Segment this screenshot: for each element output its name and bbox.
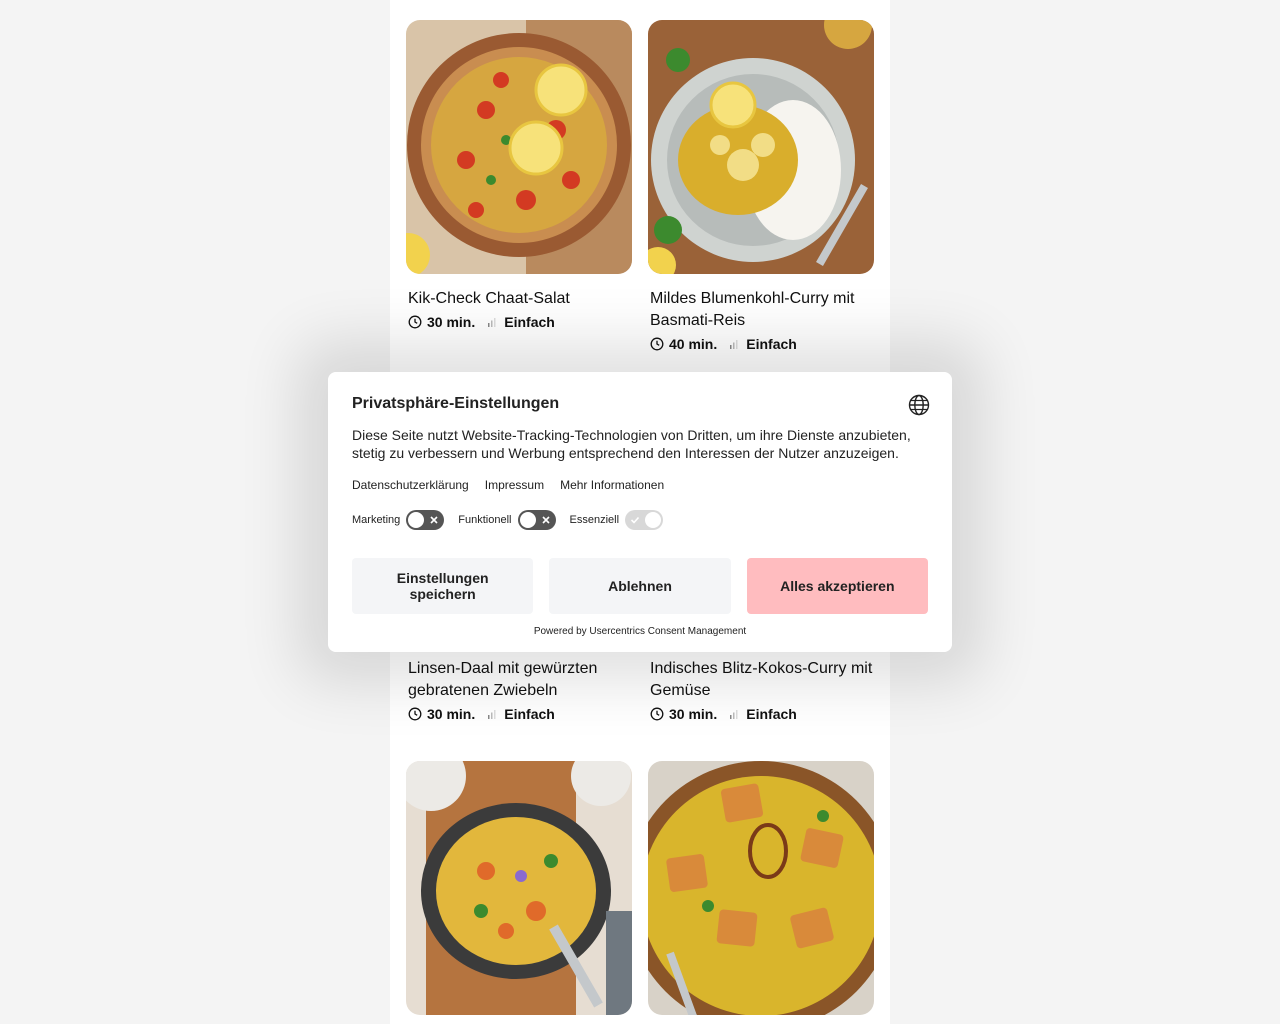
recipe-card[interactable]: Kik-Check Chaat-Salat 30 min. Einfach (406, 20, 632, 330)
functional-toggle[interactable] (517, 510, 556, 530)
recipe-difficulty: Einfach (746, 706, 797, 722)
recipe-card[interactable]: Mildes Blumenkohl-Curry mit Basmati-Reis… (648, 20, 874, 352)
toggle-essential-group: Essenziell (570, 510, 664, 530)
marketing-toggle[interactable] (406, 510, 445, 530)
consent-toggles: Marketing Funktionell Essenziell (352, 510, 928, 530)
recipe-title[interactable]: Indisches Blitz-Kokos-Curry mit Gemüse (648, 658, 874, 702)
recipe-difficulty: Einfach (746, 336, 797, 352)
toggle-label: Marketing (352, 514, 401, 526)
consent-title: Privatsphäre-Einstellungen (352, 395, 560, 412)
recipe-image-chaat-salad[interactable] (406, 20, 632, 274)
recipe-image-vegetable-curry-pot[interactable] (406, 761, 632, 1015)
recipe-meta: 30 min. Einfach (406, 706, 632, 722)
difficulty-bars-icon (730, 340, 738, 349)
toggle-functional-group: Funktionell (458, 510, 556, 530)
recipe-image-cauliflower-curry[interactable] (648, 20, 874, 274)
rice-bowl-illustration (648, 761, 874, 1015)
recipe-time: 40 min. (669, 336, 718, 352)
difficulty-bars-icon (730, 710, 738, 719)
recipe-card[interactable] (648, 761, 874, 1015)
curry-pot-illustration (406, 761, 632, 1015)
x-icon (541, 516, 550, 524)
recipe-title[interactable]: Linsen-Daal mit gewürzten gebratenen Zwi… (406, 658, 632, 702)
difficulty-bars-icon (488, 710, 496, 719)
accept-all-button[interactable]: Alles akzeptieren (746, 558, 928, 614)
salad-bowl-illustration (406, 20, 632, 274)
recipe-time: 30 min. (427, 314, 476, 330)
curry-plate-illustration (648, 20, 874, 274)
consent-description: Diese Seite nutzt Website-Tracking-Techn… (352, 427, 911, 461)
imprint-link[interactable]: Impressum (485, 478, 544, 492)
recipe-time: 30 min. (427, 706, 476, 722)
clock-icon (650, 707, 664, 721)
difficulty-bars-icon (488, 318, 496, 327)
globe-icon[interactable] (908, 394, 930, 416)
privacy-policy-link[interactable]: Datenschutzerklärung (352, 478, 469, 492)
save-settings-button[interactable]: Einstellungen speichern (352, 558, 534, 614)
recipe-difficulty: Einfach (504, 314, 555, 330)
more-info-link[interactable]: Mehr Informationen (560, 478, 664, 492)
deny-button[interactable]: Ablehnen (549, 558, 731, 614)
recipe-meta: 30 min. Einfach (406, 314, 632, 330)
clock-icon (408, 315, 422, 329)
toggle-marketing-group: Marketing (352, 510, 445, 530)
essential-toggle (625, 510, 664, 530)
clock-icon (408, 707, 422, 721)
toggle-knob (645, 512, 662, 528)
recipe-title[interactable]: Mildes Blumenkohl-Curry mit Basmati-Reis (648, 288, 874, 332)
consent-buttons: Einstellungen speichern Ablehnen Alles a… (352, 558, 928, 614)
recipe-title[interactable]: Kik-Check Chaat-Salat (406, 288, 632, 310)
recipe-time: 30 min. (669, 706, 718, 722)
powered-by-text: Powered by Usercentrics Consent Manageme… (533, 626, 747, 637)
consent-links: Datenschutzerklärung Impressum Mehr Info… (352, 478, 928, 492)
recipe-meta: 40 min. Einfach (648, 336, 874, 352)
toggle-knob (519, 512, 536, 528)
recipe-card[interactable] (406, 761, 632, 1015)
check-icon (630, 516, 640, 524)
consent-dialog: Privatsphäre-Einstellungen Diese Seite n… (328, 372, 952, 652)
toggle-label: Funktionell (458, 514, 512, 526)
toggle-knob (408, 512, 425, 528)
x-icon (430, 516, 438, 524)
recipe-image-tofu-rice[interactable] (648, 761, 874, 1015)
clock-icon (650, 337, 664, 351)
recipe-meta: 30 min. Einfach (648, 706, 874, 722)
toggle-label: Essenziell (569, 514, 620, 526)
recipe-difficulty: Einfach (504, 706, 555, 722)
